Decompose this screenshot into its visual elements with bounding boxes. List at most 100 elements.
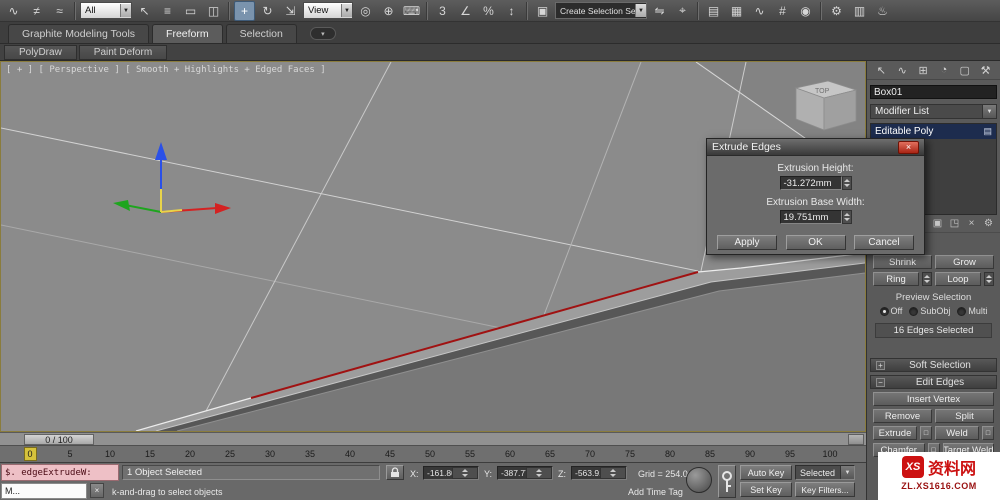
ring-spinner[interactable] [922,272,932,286]
edit-named-selection-sets-icon[interactable]: ▣ [532,1,553,21]
keyboard-shortcut-override-icon[interactable]: ⌨ [401,1,422,21]
extrude-button[interactable]: Extrude [873,426,917,440]
mirror-icon[interactable]: ⇋ [649,1,670,21]
timeline-ruler[interactable]: 0510152025303540455055606570758085909510… [0,446,866,463]
select-object-icon[interactable]: ↖ [134,1,155,21]
configure-modifier-sets-icon[interactable]: ⚙ [982,218,995,229]
circular-knob-icon[interactable] [686,467,712,493]
graphite-ribbon-toggle-icon[interactable]: ▦ [726,1,747,21]
create-tab-icon[interactable]: ↖ [873,64,890,77]
percent-snap-toggle-icon[interactable]: % [478,1,499,21]
display-tab-icon[interactable]: ▢ [956,64,973,77]
y-spinner[interactable] [526,467,553,479]
extrusion-height-field[interactable]: -31.272mm [780,176,842,190]
select-and-move-icon[interactable]: + [234,1,255,21]
key-filters-button[interactable]: Key Filters... [795,482,855,497]
ribbon-subtab-polydraw[interactable]: PolyDraw [4,45,77,60]
insert-vertex-button[interactable]: Insert Vertex [873,392,994,406]
ok-button[interactable]: OK [786,235,846,250]
apply-button[interactable]: Apply [717,235,777,250]
show-end-result-icon[interactable]: ▣ [931,218,944,229]
cancel-button[interactable]: Cancel [854,235,914,250]
extrusion-height-spinner[interactable] [842,176,852,190]
preview-option-multi[interactable]: Multi [957,306,987,316]
ribbon-minimize-button[interactable]: ▾ [310,27,336,40]
loop-spinner[interactable] [984,272,994,286]
remove-button[interactable]: Remove [873,409,932,423]
ribbon-tab-selection[interactable]: Selection [226,24,297,43]
curve-editor-icon[interactable]: ∿ [749,1,770,21]
utilities-tab-icon[interactable]: ⚒ [977,64,994,77]
modifier-list-dropdown[interactable]: Modifier List ▼ [870,104,997,119]
create-selection-set-combo[interactable]: Create Selection Se▼ [555,2,647,19]
selection-filter-dropdown[interactable]: All▼ [80,2,132,19]
modify-tab-icon[interactable]: ∿ [894,64,911,77]
time-slider-handle[interactable]: 0 / 100 [24,434,94,445]
ribbon-tab-graphite-modeling-tools[interactable]: Graphite Modeling Tools [8,24,149,43]
close-icon[interactable]: × [898,141,919,154]
make-unique-icon[interactable]: ◳ [948,218,961,229]
listener-window-tab[interactable]: M... [1,483,87,499]
extrude-settings-button[interactable]: □ [920,426,932,440]
auto-key-button[interactable]: Auto Key [740,465,792,480]
selected-filter-dropdown[interactable]: Selected ▼ [795,465,855,480]
unlink-selection-icon[interactable]: ≠ [26,1,47,21]
add-time-tag[interactable]: Add Time Tag [628,487,683,497]
ribbon-tab-freeform[interactable]: Freeform [152,24,223,43]
motion-tab-icon[interactable]: ◔ [935,64,952,76]
select-and-link-icon[interactable]: ∿ [3,1,24,21]
remove-modifier-icon[interactable]: × [965,218,978,229]
use-pivot-point-center-icon[interactable]: ◎ [355,1,376,21]
maxscript-mini-listener[interactable]: $. edgeExtrudeW: [1,464,119,481]
viewport-label[interactable]: [ + ] [ Perspective ] [ Smooth + Highlig… [6,65,326,75]
select-by-name-icon[interactable]: ≡ [157,1,178,21]
rectangular-selection-region-icon[interactable]: ▭ [180,1,201,21]
extrusion-base-width-field[interactable]: 19.751mm [780,210,842,224]
close-icon[interactable]: × [90,483,104,498]
align-icon[interactable]: ⌖ [672,1,693,21]
x-coordinate-field[interactable]: -161.805m [423,466,479,480]
time-slider-row[interactable]: 0 / 100 [0,432,866,446]
select-and-manipulate-icon[interactable]: ⊕ [378,1,399,21]
soft-selection-rollout-header[interactable]: + Soft Selection [870,358,997,372]
reference-coordinate-system-dropdown[interactable]: View▼ [303,2,353,19]
rendered-frame-window-icon[interactable]: ▥ [849,1,870,21]
z-coordinate-field[interactable]: -563.919m [571,466,627,480]
extrusion-base-width-spinner[interactable] [842,210,852,224]
manage-layers-icon[interactable]: ▤ [703,1,724,21]
y-coordinate-field[interactable]: -387.778m [497,466,553,480]
weld-button[interactable]: Weld [935,426,979,440]
preview-option-off[interactable]: Off [880,306,903,316]
material-editor-icon[interactable]: ◉ [795,1,816,21]
bind-to-space-warp-icon[interactable]: ≈ [49,1,70,21]
angle-snap-toggle-icon[interactable]: ∠ [455,1,476,21]
dialog-title-bar[interactable]: Extrude Edges × [707,139,924,156]
spinner-snap-toggle-icon[interactable]: ↕ [501,1,522,21]
select-and-scale-icon[interactable]: ⇲ [280,1,301,21]
x-spinner[interactable] [452,467,479,479]
stack-item-editable-poly[interactable]: Editable Poly ▤ [871,124,996,139]
render-production-icon[interactable]: ♨ [872,1,893,21]
track-end-button[interactable] [848,434,864,445]
grow-button[interactable]: Grow [935,255,994,269]
hierarchy-tab-icon[interactable]: ⊞ [915,64,932,77]
selection-lock-button[interactable] [386,465,404,480]
ribbon-subtab-paint-deform[interactable]: Paint Deform [79,45,167,60]
preview-option-subobj[interactable]: SubObj [909,306,950,316]
shrink-button[interactable]: Shrink [873,255,932,269]
object-name-field[interactable]: Box01 [870,85,997,99]
window-crossing-icon[interactable]: ◫ [203,1,224,21]
ring-button[interactable]: Ring [873,272,919,286]
schematic-view-icon[interactable]: # [772,1,793,21]
snap-toggle-3d-icon[interactable]: 3 [432,1,453,21]
select-and-rotate-icon[interactable]: ↻ [257,1,278,21]
weld-settings-button[interactable]: □ [982,426,994,440]
render-setup-icon[interactable]: ⚙ [826,1,847,21]
set-key-button[interactable]: Set Key [740,482,792,497]
z-spinner[interactable] [600,467,627,479]
loop-button[interactable]: Loop [935,272,981,286]
split-button[interactable]: Split [935,409,994,423]
viewcube[interactable]: TOP [796,81,856,130]
edit-edges-rollout-header[interactable]: − Edit Edges [870,375,997,389]
set-key-mode-button[interactable] [718,465,736,498]
